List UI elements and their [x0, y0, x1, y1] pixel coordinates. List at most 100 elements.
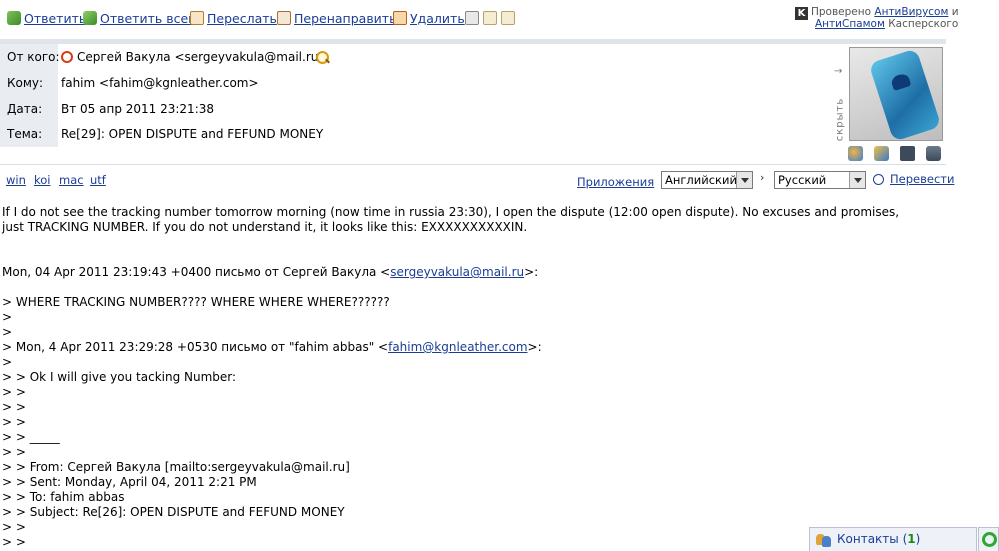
reply-header-1-prefix: Mon, 04 Apr 2011 23:19:43 +0400 письмо о… — [2, 265, 391, 279]
delete-button[interactable]: Удалить — [393, 10, 465, 26]
to-value[interactable]: fahim <fahim@kgnleather.com> — [61, 76, 259, 90]
delete-label[interactable]: Удалить — [410, 11, 465, 26]
mail-agent-icon — [982, 532, 997, 547]
delete-icon — [393, 11, 407, 25]
antispam-link[interactable]: АнтиСпамом — [815, 18, 885, 30]
header-divider — [0, 164, 946, 165]
reply-all-button[interactable]: Ответить всем — [83, 10, 198, 26]
phone-case-image — [868, 48, 942, 140]
forward-icon — [190, 11, 204, 25]
reply-button[interactable]: Ответить — [7, 10, 86, 26]
reply-header-2-prefix: > Mon, 4 Apr 2011 23:29:28 +0530 письмо … — [2, 340, 389, 354]
recipient-email-link[interactable]: fahim@kgnleather.com — [388, 340, 527, 354]
body-intro: If I do not see the tracking number tomo… — [2, 205, 900, 234]
date-row: Дата: Вт 05 апр 2011 23:21:38 — [0, 97, 830, 121]
mail-agent-button[interactable] — [978, 527, 999, 551]
sender-photo — [849, 47, 943, 141]
encoding-translate-bar: win koi mac utf Приложения Английский › … — [0, 170, 954, 192]
date-value: Вт 05 апр 2011 23:21:38 — [61, 102, 214, 116]
target-language-select[interactable]: Русский — [774, 171, 866, 189]
encoding-utf-link[interactable]: utf — [90, 173, 106, 187]
encoding-koi-link[interactable]: koi — [34, 173, 50, 187]
date-label: Дата: — [7, 102, 43, 116]
hide-label[interactable]: скрыть — [834, 98, 845, 142]
quote-line: > — [2, 325, 13, 339]
subject-label: Тема: — [7, 127, 43, 141]
reply-header-1-suffix: >: — [524, 265, 539, 279]
kaspersky-line-1: Проверено АнтиВирусом и — [811, 6, 959, 18]
reply-header-2: > Mon, 4 Apr 2011 23:29:28 +0530 письмо … — [2, 340, 932, 355]
save-icon[interactable] — [501, 11, 515, 25]
redirect-button[interactable]: Перенаправить — [277, 10, 396, 26]
quote-line: > WHERE TRACKING NUMBER???? WHERE WHERE … — [2, 295, 390, 309]
quote-line: > > _____ — [2, 430, 60, 444]
language-separator: › — [760, 171, 765, 184]
forward-button[interactable]: Переслать — [190, 10, 277, 26]
add-contact-icon[interactable] — [848, 146, 863, 161]
contacts-icon — [816, 532, 832, 547]
quote-line: > > Sent: Monday, April 04, 2011 2:21 PM — [2, 475, 257, 489]
sender-email-link[interactable]: sergeyvakula@mail.ru — [390, 265, 524, 279]
contact-actions — [848, 146, 944, 162]
kaspersky-logo-icon: K — [795, 7, 808, 20]
reply-header-2-suffix: >: — [527, 340, 542, 354]
encoding-mac-link[interactable]: mac — [59, 173, 84, 187]
translate-link[interactable]: Перевести — [890, 172, 954, 186]
redirect-icon — [277, 11, 291, 25]
kaspersky-prefix: Проверено — [811, 6, 875, 18]
print-icon[interactable] — [465, 11, 479, 25]
forward-label[interactable]: Переслать — [207, 11, 277, 26]
quote-line: > > Subject: Re[26]: OPEN DISPUTE and FE… — [2, 505, 345, 519]
quote-line: > > — [2, 520, 26, 534]
kaspersky-suffix: Касперского — [884, 18, 959, 30]
quote-line: > > — [2, 535, 26, 549]
kaspersky-badge: K Проверено АнтиВирусом и АнтиСпамом Кас… — [795, 6, 959, 32]
reply-all-icon — [83, 11, 97, 25]
from-value[interactable]: Сергей Вакула <sergeyvakula@mail.ru> — [61, 50, 328, 64]
from-label: От кого: — [7, 50, 60, 64]
encoding-win-link[interactable]: win — [6, 173, 26, 187]
camera-icon[interactable] — [900, 146, 915, 161]
antivirus-link[interactable]: АнтиВирусом — [874, 6, 948, 18]
contacts-label-close: ) — [915, 532, 921, 546]
message-body: If I do not see the tracking number tomo… — [2, 205, 932, 550]
target-language-value: Русский — [778, 173, 827, 187]
reply-header-1: Mon, 04 Apr 2011 23:19:43 +0400 письмо о… — [2, 265, 932, 280]
search-sender-icon[interactable] — [316, 51, 330, 65]
quote-line: > — [2, 355, 13, 369]
quote-line: > > — [2, 445, 26, 459]
source-language-select[interactable]: Английский — [661, 171, 753, 189]
quote-line: > > From: Сергей Вакула [mailto:sergeyva… — [2, 460, 350, 474]
quote-line: > > — [2, 415, 26, 429]
edit-contact-icon[interactable] — [874, 146, 889, 161]
source-language-value: Английский — [665, 173, 737, 187]
to-row: Кому: fahim <fahim@kgnleather.com> — [0, 71, 830, 95]
contacts-label-text: Контакты ( — [837, 532, 908, 546]
message-toolbar: Ответить Ответить всем Переслать Перенап… — [0, 0, 959, 38]
quote-line: > > — [2, 400, 26, 414]
quote-line: > > Ok I will give you tacking Number: — [2, 370, 237, 384]
kaspersky-and: и — [948, 6, 959, 18]
reply-label[interactable]: Ответить — [24, 11, 86, 26]
from-row: От кого: Сергей Вакула <sergeyvakula@mai… — [0, 45, 830, 69]
attachments-link[interactable]: Приложения — [577, 175, 654, 189]
hide-photo-toggle[interactable]: → скрыть — [832, 66, 846, 156]
redirect-label[interactable]: Перенаправить — [294, 11, 396, 26]
contacts-count: 1 — [907, 532, 916, 546]
from-address[interactable]: Сергей Вакула <sergeyvakula@mail.ru> — [77, 50, 328, 64]
video-camera-icon[interactable] — [926, 146, 941, 161]
subject-row: Тема: Re[29]: OPEN DISPUTE and FEFUND MO… — [0, 122, 830, 146]
reply-all-label[interactable]: Ответить всем — [100, 11, 198, 26]
quote-line: > — [2, 310, 13, 324]
email-at-icon — [61, 51, 73, 63]
contacts-label[interactable]: Контакты (1) — [837, 532, 920, 546]
to-label: Кому: — [7, 76, 44, 90]
message-header: От кого: Сергей Вакула <sergeyvakula@mai… — [0, 44, 946, 164]
hide-arrow-icon: → — [834, 66, 843, 77]
contacts-panel-button[interactable]: Контакты (1) — [809, 527, 977, 551]
chevron-down-icon — [736, 172, 752, 188]
translate-icon[interactable] — [873, 174, 884, 185]
rfc-icon[interactable] — [483, 11, 497, 25]
